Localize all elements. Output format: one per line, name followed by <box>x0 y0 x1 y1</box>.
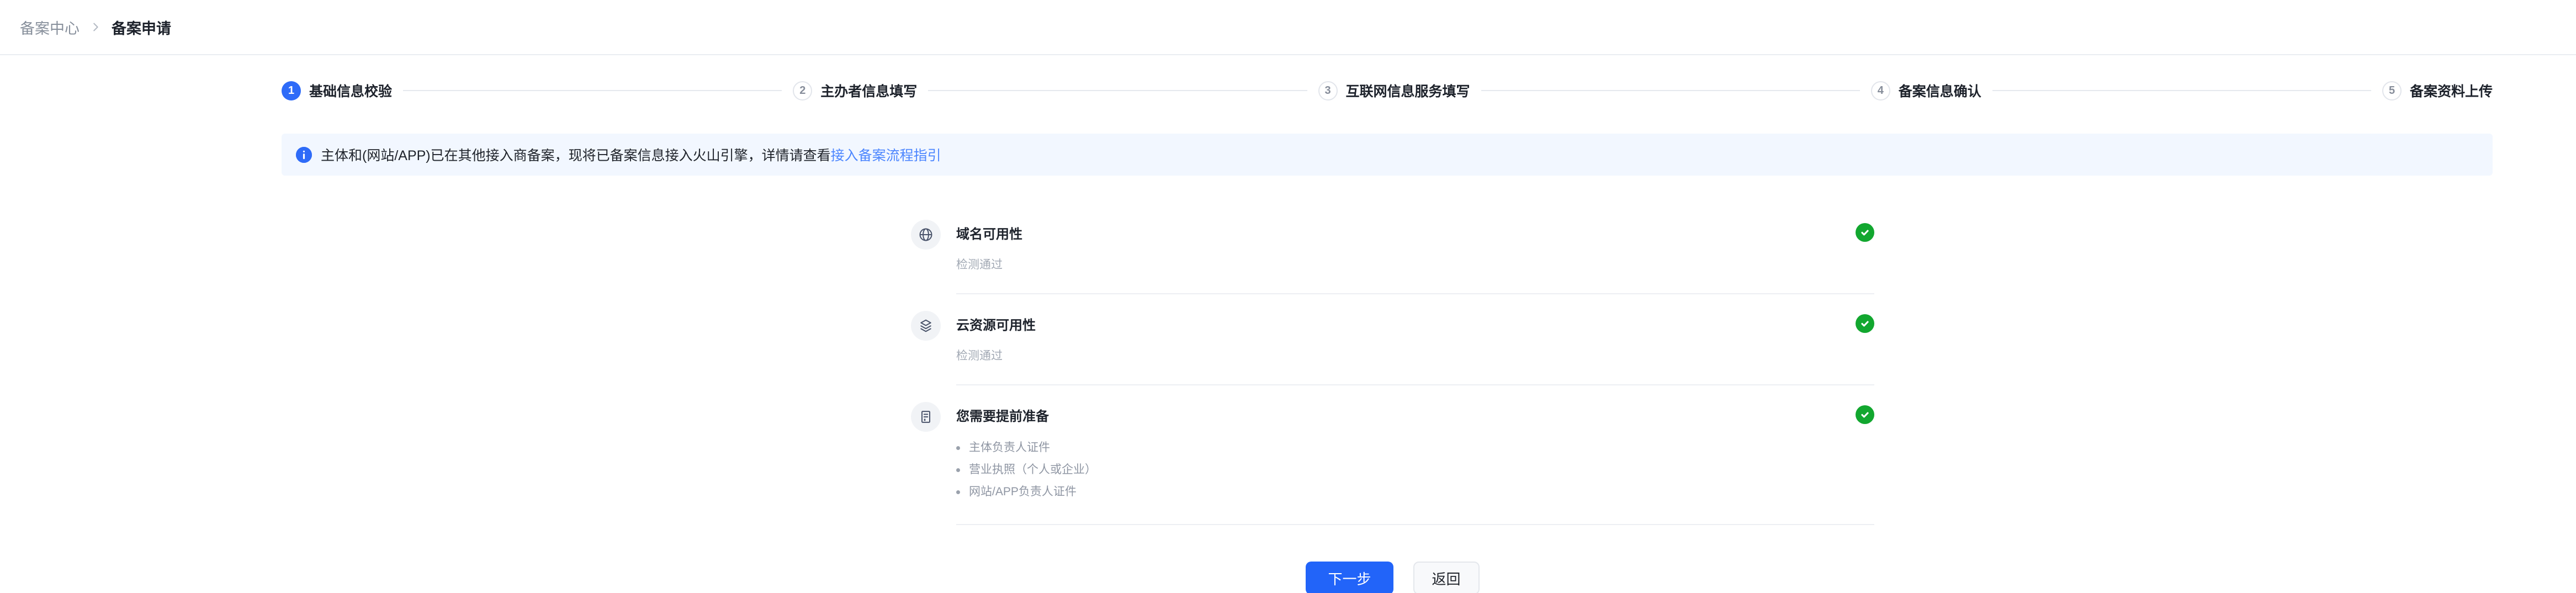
list-item-cloud-resource-availability: 云资源可用性 检测通过 <box>911 311 1874 385</box>
step-filing-info-confirm: 4 备案信息确认 <box>1871 81 1981 100</box>
next-step-button[interactable]: 下一步 <box>1306 562 1393 593</box>
step-number-badge: 2 <box>793 81 812 100</box>
bullet-item: 营业执照（个人或企业） <box>956 459 1856 481</box>
back-button[interactable]: 返回 <box>1413 562 1480 593</box>
step-connector <box>1481 90 1860 91</box>
bullet-dot <box>956 446 960 450</box>
page-title: 备案申请 <box>112 17 171 38</box>
main-content: 1 基础信息校验 2 主办者信息填写 3 互联网信息服务填写 4 备案信息确认 … <box>282 55 2493 593</box>
step-number-badge: 4 <box>1871 81 1890 100</box>
bullet-text: 营业执照（个人或企业） <box>969 459 1096 481</box>
bullet-dot <box>956 490 960 494</box>
step-number-badge: 1 <box>282 81 301 100</box>
step-connector <box>928 90 1307 91</box>
bullet-dot <box>956 468 960 472</box>
bullet-item: 网站/APP负责人证件 <box>956 481 1856 503</box>
step-label: 主办者信息填写 <box>820 81 917 100</box>
check-circle-icon <box>1856 314 1874 333</box>
step-label: 备案资料上传 <box>2410 81 2493 100</box>
banner-message: 主体和(网站/APP)已在其他接入商备案，现将已备案信息接入火山引擎，详情请查看 <box>321 145 831 165</box>
step-filing-material-upload: 5 备案资料上传 <box>2382 81 2493 100</box>
action-bar: 下一步 返回 <box>911 562 1874 593</box>
check-circle-icon <box>1856 405 1874 424</box>
layers-icon <box>911 311 941 341</box>
item-title: 云资源可用性 <box>956 314 1856 333</box>
step-label: 备案信息确认 <box>1899 81 1981 100</box>
breadcrumb-parent-link[interactable]: 备案中心 <box>20 17 79 38</box>
info-banner: 主体和(网站/APP)已在其他接入商备案，现将已备案信息接入火山引擎，详情请查看… <box>282 134 2493 176</box>
breadcrumb: 备案中心 备案申请 <box>0 0 2576 55</box>
list-item-domain-availability: 域名可用性 检测通过 <box>911 220 1874 294</box>
item-status-text: 检测通过 <box>956 347 1856 363</box>
step-connector <box>1992 90 2371 91</box>
wizard-stepper: 1 基础信息校验 2 主办者信息填写 3 互联网信息服务填写 4 备案信息确认 … <box>282 81 2493 100</box>
globe-icon <box>911 220 941 250</box>
step-connector <box>403 90 782 91</box>
step-label: 互联网信息服务填写 <box>1346 81 1470 100</box>
step-internet-service-info: 3 互联网信息服务填写 <box>1318 81 1470 100</box>
bullet-item: 主体负责人证件 <box>956 437 1856 459</box>
bullet-text: 主体负责人证件 <box>969 437 1050 459</box>
list-item-prepare-in-advance: 您需要提前准备 主体负责人证件 营业执照（个人或企业） 网站/APP负责人 <box>911 402 1874 525</box>
precheck-list: 域名可用性 检测通过 云资源可用性 检测通过 <box>911 220 1874 525</box>
banner-guide-link[interactable]: 接入备案流程指引 <box>831 145 941 165</box>
item-title: 域名可用性 <box>956 223 1856 242</box>
info-icon <box>296 147 312 163</box>
prepare-bullet-list: 主体负责人证件 营业执照（个人或企业） 网站/APP负责人证件 <box>956 437 1856 503</box>
bullet-text: 网站/APP负责人证件 <box>969 481 1077 503</box>
item-title: 您需要提前准备 <box>956 405 1856 425</box>
step-number-badge: 3 <box>1318 81 1338 100</box>
step-organizer-info: 2 主办者信息填写 <box>793 81 917 100</box>
step-basic-info-check: 1 基础信息校验 <box>282 81 392 100</box>
step-number-badge: 5 <box>2382 81 2402 100</box>
check-circle-icon <box>1856 223 1874 242</box>
item-status-text: 检测通过 <box>956 256 1856 272</box>
document-icon <box>911 402 941 432</box>
chevron-right-icon <box>89 21 102 33</box>
step-label: 基础信息校验 <box>309 81 392 100</box>
